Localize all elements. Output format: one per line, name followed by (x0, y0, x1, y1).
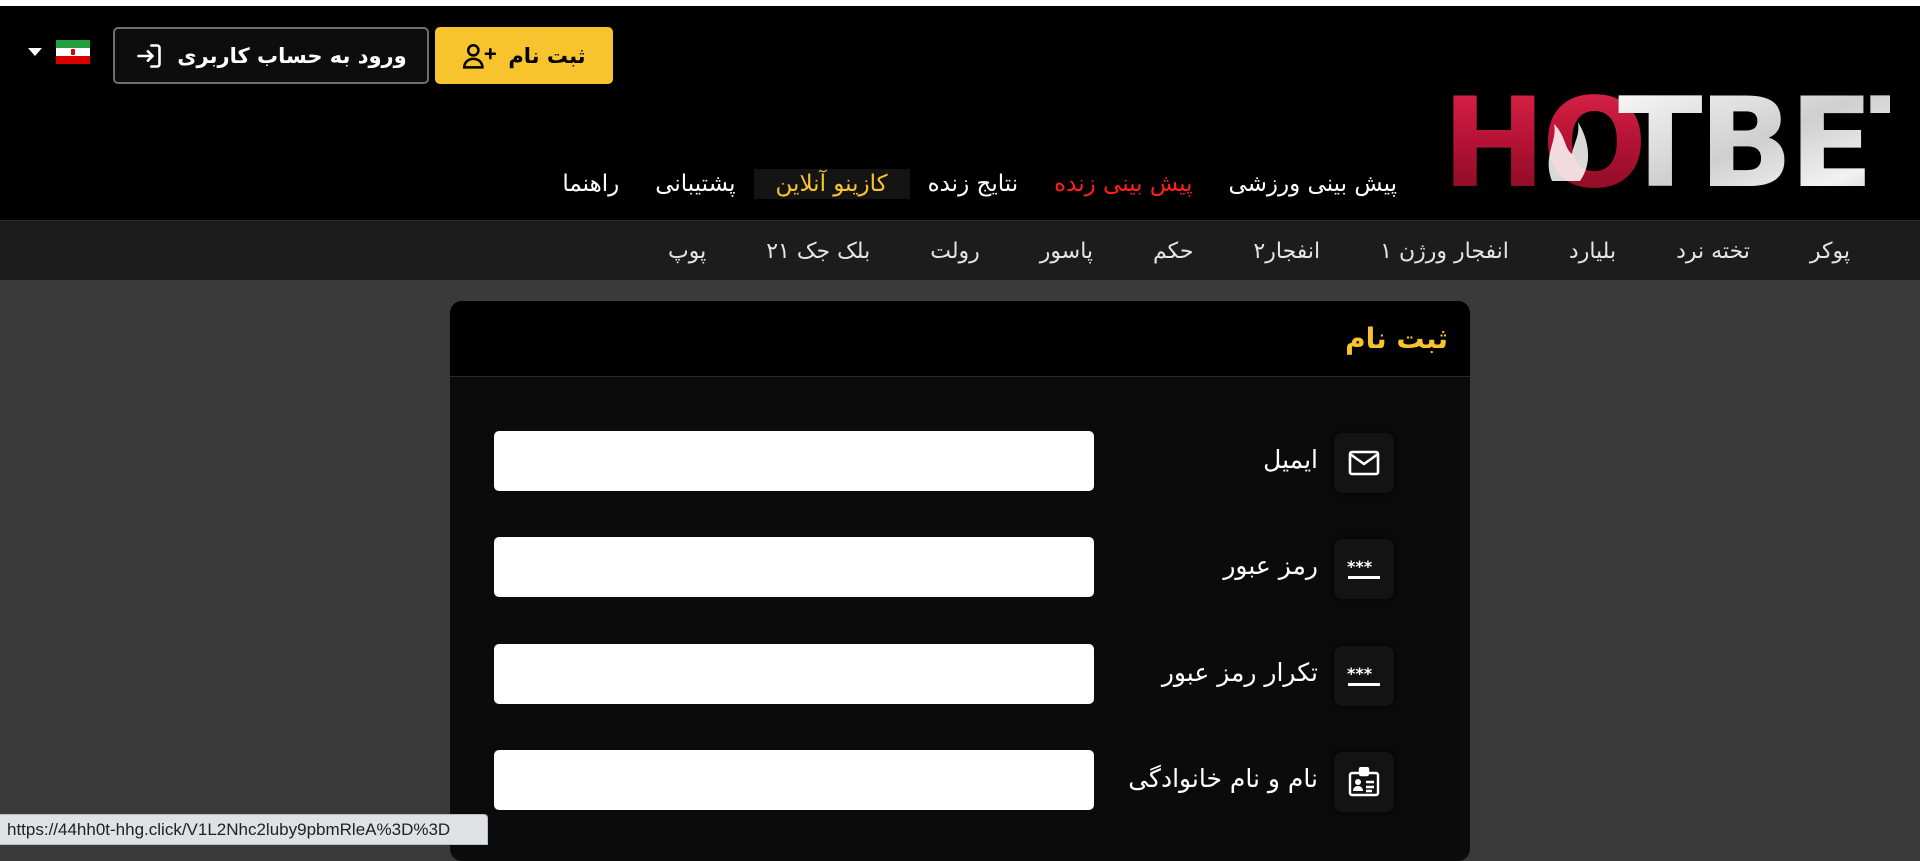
game-crash-2[interactable]: انفجار۲ (1223, 239, 1350, 264)
password-field[interactable] (494, 537, 1094, 597)
nav-live-betting[interactable]: پیش بینی زنده (1036, 171, 1210, 197)
sign-in-icon (137, 43, 162, 68)
hotbet-logo: HO TBET (1442, 86, 1890, 198)
game-pasur[interactable]: پاسور (1010, 239, 1123, 264)
main-navigation: پیش بینی ورزشی پیش بینی زنده نتایج زنده … (544, 164, 1415, 204)
register-button-label: ثبت نام (508, 43, 586, 68)
full-name-label: نام و نام خانوادگی (1128, 764, 1318, 793)
svg-text:***: *** (1347, 558, 1373, 576)
nav-help[interactable]: راهنما (544, 171, 637, 197)
iran-flag-icon (56, 40, 90, 64)
nav-sports-betting[interactable]: پیش بینی ورزشی (1210, 171, 1415, 197)
game-hokm[interactable]: حکم (1123, 239, 1223, 264)
registration-card-header: ثبت نام (450, 301, 1470, 377)
password-label: رمز عبور (1223, 551, 1318, 580)
email-label: ایمیل (1263, 445, 1318, 474)
full-name-row: نام و نام خانوادگی (450, 750, 1470, 812)
game-blackjack[interactable]: بلک جک ۲۱ (736, 239, 900, 264)
login-button-label: ورود به حساب کاربری (177, 43, 407, 68)
id-card-icon (1334, 752, 1394, 812)
confirm-password-row: تکرار رمز عبور *** (450, 644, 1470, 706)
password-icon: *** (1334, 646, 1394, 706)
envelope-icon (1334, 433, 1394, 493)
confirm-password-field[interactable] (494, 644, 1094, 704)
chevron-down-icon (28, 48, 42, 56)
nav-online-casino[interactable]: کازینو آنلاین (753, 169, 910, 199)
confirm-password-label: تکرار رمز عبور (1161, 658, 1318, 687)
email-row: ایمیل (450, 431, 1470, 493)
page-title: ثبت نام (1345, 322, 1448, 355)
nav-live-results[interactable]: نتایج زنده (910, 171, 1037, 197)
browser-status-url: https://44hh0t-hhg.click/V1L2Nhc2luby9pb… (0, 814, 488, 845)
game-crash-v1[interactable]: انفجار ورژن ۱ (1350, 239, 1539, 264)
games-navigation: پوکر تخته نرد بلیارد انفجار ورژن ۱ انفجا… (0, 220, 1920, 280)
nav-support[interactable]: پشتیبانی (637, 171, 753, 197)
game-backgammon[interactable]: تخته نرد (1646, 239, 1780, 264)
login-button[interactable]: ورود به حساب کاربری (113, 27, 429, 84)
game-billiards[interactable]: بلیارد (1539, 239, 1646, 264)
full-name-field[interactable] (494, 750, 1094, 810)
svg-text:***: *** (1347, 665, 1373, 683)
game-poker[interactable]: پوکر (1780, 239, 1880, 264)
password-row: رمز عبور *** (450, 537, 1470, 599)
game-pop[interactable]: پوپ (638, 239, 736, 264)
logo-text-ho: HO (1442, 86, 1643, 198)
user-plus-icon (463, 43, 497, 69)
language-selector[interactable] (28, 40, 90, 64)
logo-text-tbet: TBET (1618, 86, 1890, 198)
email-field[interactable] (494, 431, 1094, 491)
site-header: ورود به حساب کاربری ثبت نام HO TBE پیش ب… (0, 6, 1920, 220)
registration-card: ثبت نام ایمیل رمز عبور *** تکرار رمز عبو… (450, 301, 1470, 861)
game-roulette[interactable]: رولت (900, 239, 1010, 264)
password-icon: *** (1334, 539, 1394, 599)
register-button[interactable]: ثبت نام (435, 27, 613, 84)
